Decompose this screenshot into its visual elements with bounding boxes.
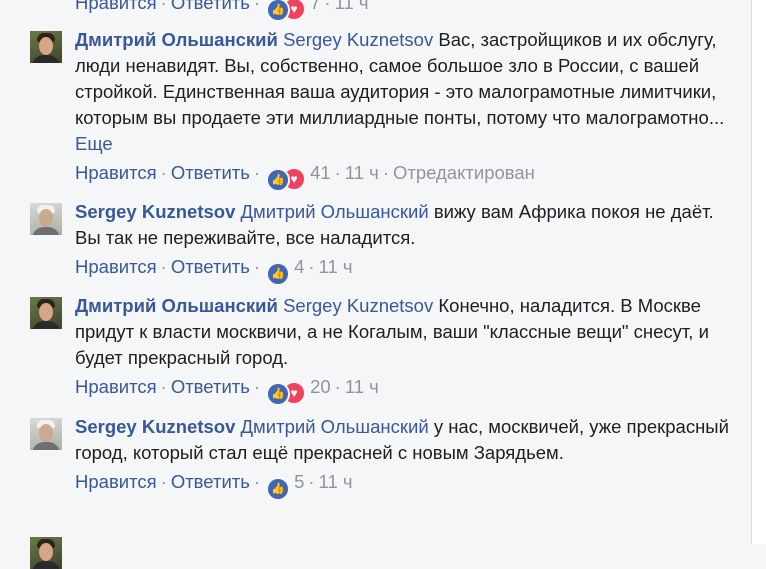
reply-link[interactable]: Ответить — [171, 256, 250, 277]
comment-partial-top: Нравится · Ответить · 👍 ♥ 7 · 11 ч — [30, 0, 730, 22]
comment-body: Sergey Kuznetsov Дмитрий Ольшанский у на… — [75, 414, 730, 466]
comment-time[interactable]: 11 ч — [335, 0, 369, 13]
reactions[interactable]: 👍 — [266, 258, 291, 286]
reply-link[interactable]: Ответить — [171, 162, 250, 183]
comment-actions: Нравится · Ответить · 👍 ♥ 20 · 11 ч — [75, 374, 730, 406]
comment-author[interactable]: Дмитрий Ольшанский — [75, 29, 278, 50]
like-link[interactable]: Нравится — [75, 0, 157, 13]
like-link[interactable]: Нравится — [75, 376, 157, 397]
reaction-count: 41 — [310, 162, 331, 183]
comment-author[interactable]: Sergey Kuznetsov — [75, 416, 235, 437]
comment-mention[interactable]: Дмитрий Ольшанский — [241, 416, 429, 437]
reactions[interactable]: 👍 — [266, 473, 291, 501]
avatar[interactable] — [30, 537, 62, 569]
like-icon: 👍 — [266, 382, 291, 406]
like-link[interactable]: Нравится — [75, 162, 157, 183]
comment-actions: Нравится · Ответить · 👍 ♥ 7 · 11 ч — [75, 0, 730, 22]
comment-mention[interactable]: Sergey Kuznetsov — [283, 295, 433, 316]
avatar[interactable] — [30, 31, 62, 63]
reaction-count: 5 — [294, 471, 305, 492]
comment-actions: Нравится · Ответить · 👍 ♥ 41 · 11 ч · Отредактиров… — [75, 160, 730, 192]
comment-author[interactable]: Дмитрий Ольшанский — [75, 295, 278, 316]
comment-time[interactable]: 11 ч — [319, 471, 353, 492]
reaction-count: 20 — [310, 376, 331, 397]
comment: Дмитрий Ольшанский Sergey Kuznetsov Вас,… — [30, 27, 730, 192]
comment-author[interactable]: Sergey Kuznetsov — [75, 201, 235, 222]
avatar[interactable] — [30, 297, 62, 329]
reactions[interactable]: 👍 ♥ — [266, 0, 307, 22]
like-icon: 👍 — [266, 477, 291, 501]
comment: Дмитрий Ольшанский Sergey Kuznetsov Коне… — [30, 293, 730, 406]
reply-link[interactable]: Ответить — [171, 471, 250, 492]
like-icon: 👍 — [266, 168, 291, 192]
edited-label[interactable]: Отредактирован — [393, 162, 535, 183]
like-link[interactable]: Нравится — [75, 256, 157, 277]
comment-body: Дмитрий Ольшанский Sergey Kuznetsov Вас,… — [75, 27, 730, 157]
reply-link[interactable]: Ответить — [171, 0, 250, 13]
comment-time[interactable]: 11 ч — [345, 162, 379, 183]
comment: Sergey Kuznetsov Дмитрий Ольшанский вижу… — [30, 199, 730, 286]
comment-body: Sergey Kuznetsov Дмитрий Ольшанский вижу… — [75, 199, 730, 251]
comment-body: Дмитрий Ольшанский Sergey Kuznetsov Коне… — [75, 293, 730, 371]
reply-link[interactable]: Ответить — [171, 376, 250, 397]
like-link[interactable]: Нравится — [75, 471, 157, 492]
reactions[interactable]: 👍 ♥ — [266, 378, 307, 406]
comment-time[interactable]: 11 ч — [345, 376, 379, 397]
comment-actions: Нравится · Ответить · 👍 4 · 11 ч — [75, 254, 730, 286]
avatar[interactable] — [30, 418, 62, 450]
comment-actions: Нравится · Ответить · 👍 5 · 11 ч — [75, 469, 730, 501]
comment: Sergey Kuznetsov Дмитрий Ольшанский у на… — [30, 414, 730, 501]
like-icon: 👍 — [266, 262, 291, 286]
comment-mention[interactable]: Дмитрий Ольшанский — [241, 201, 429, 222]
comment-mention[interactable]: Sergey Kuznetsov — [283, 29, 433, 50]
reaction-count: 4 — [294, 256, 305, 277]
reaction-count: 7 — [310, 0, 321, 13]
see-more-link[interactable]: Еще — [75, 133, 113, 154]
page-right-edge — [751, 0, 766, 544]
comment-time[interactable]: 11 ч — [319, 256, 353, 277]
avatar[interactable] — [30, 203, 62, 235]
reactions[interactable]: 👍 ♥ — [266, 164, 307, 192]
